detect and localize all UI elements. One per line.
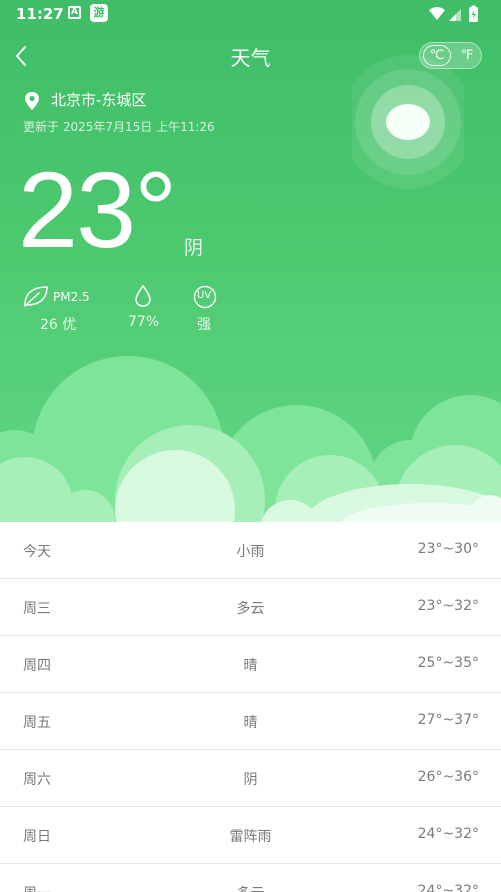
metric-pm25: PM2.5 26 优 — [22, 283, 102, 333]
weather-hero: 11:27 A 游 天气 ℃ ℉ 北京市-东城区 更新于 2025年7月15日 … — [0, 0, 501, 522]
metric-humidity: 77% — [127, 283, 167, 333]
forecast-row-today[interactable]: 今天 小雨 23°~30° — [0, 522, 501, 579]
humidity-value: 77% — [128, 314, 160, 330]
pm25-value: 26 优 — [40, 317, 77, 333]
forecast-temperature-range: 26°~36° — [417, 769, 479, 785]
game-app-icon: 游 — [90, 4, 108, 22]
status-indicators — [429, 5, 478, 22]
forecast-row[interactable]: 周六 阴 26°~36° — [0, 750, 501, 807]
wifi-icon — [429, 7, 445, 20]
leaf-icon — [24, 286, 48, 307]
forecast-row[interactable]: 周四 晴 25°~35° — [0, 636, 501, 693]
uv-label: UV — [197, 290, 212, 301]
forecast-temperature-range: 23°~30° — [417, 541, 479, 557]
forecast-list: 今天 小雨 23°~30° 周三 多云 23°~32° 周四 晴 25°~35°… — [0, 522, 501, 892]
updated-time: 更新于 2025年7月15日 上午11:26 — [23, 120, 215, 134]
forecast-row[interactable]: 周日 雷阵雨 24°~32° — [0, 807, 501, 864]
forecast-temperature-range: 23°~32° — [417, 598, 479, 614]
forecast-temperature-range: 27°~37° — [417, 712, 479, 728]
forecast-row[interactable]: 周一 多云 24°~32° — [0, 864, 501, 892]
status-time: 11:27 — [16, 5, 64, 23]
location-name: 北京市-东城区 — [51, 91, 147, 109]
uv-value: 强 — [197, 317, 211, 333]
water-drop-icon — [135, 284, 151, 307]
forecast-row[interactable]: 周五 晴 27°~37° — [0, 693, 501, 750]
forecast-temperature-range: 24°~32° — [417, 826, 479, 842]
notification-a-icon: A — [68, 6, 81, 19]
forecast-row[interactable]: 周三 多云 23°~32° — [0, 579, 501, 636]
sun-illustration — [352, 55, 464, 189]
metric-uv: UV 强 — [193, 283, 233, 333]
current-condition: 阴 — [184, 237, 204, 259]
location-pin-icon — [25, 92, 39, 110]
forecast-temperature-range: 25°~35° — [417, 655, 479, 671]
status-bar: 11:27 A 游 — [0, 0, 501, 28]
pm25-label: PM2.5 — [53, 290, 90, 304]
current-temperature: 23° — [18, 149, 177, 270]
forecast-temperature-range: 24°~32° — [417, 883, 479, 892]
